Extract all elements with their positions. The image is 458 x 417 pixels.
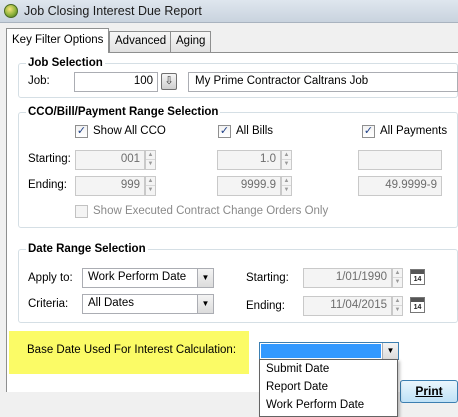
chevron-down-icon[interactable]: ▼ [197, 269, 213, 287]
base-date-value [261, 344, 381, 358]
date-start-input[interactable]: 1/01/1990 [303, 268, 392, 288]
show-executed-cco-label: Show Executed Contract Change Orders Onl… [93, 205, 329, 217]
print-label: Print [415, 384, 443, 398]
option-report-date[interactable]: Report Date [266, 381, 328, 393]
option-work-perform-date[interactable]: Work Perform Date [266, 399, 364, 411]
chevron-down-icon[interactable]: ▼ [382, 343, 398, 359]
bill-start-input[interactable]: 1.0 [217, 150, 281, 170]
bill-start-spinner[interactable]: ▲ ▼ [281, 150, 292, 170]
date-range-title: Date Range Selection [26, 243, 148, 255]
date-end-input[interactable]: 11/04/2015 [303, 296, 392, 316]
job-label: Job: [28, 75, 50, 87]
apply-to-label: Apply to: [28, 272, 73, 284]
all-payments-checkbox[interactable]: ✓ [362, 125, 375, 138]
all-bills-label: All Bills [236, 125, 274, 137]
tab-aging[interactable]: Aging [170, 31, 212, 52]
range-ending-label: Ending: [28, 179, 68, 191]
range-starting-label: Starting: [28, 153, 71, 165]
title-bar: Job Closing Interest Due Report [0, 0, 458, 23]
cco-start-spinner[interactable]: ▲ ▼ [145, 150, 156, 170]
job-name-field: My Prime Contractor Caltrans Job [188, 72, 458, 92]
base-date-dropdown-list: Submit Date Report Date Work Perform Dat… [259, 359, 398, 417]
apply-to-value: Work Perform Date [88, 271, 187, 283]
date-ending-label: Ending: [246, 300, 286, 312]
apply-to-select[interactable]: Work Perform Date ▼ [82, 268, 214, 288]
all-bills-checkbox[interactable]: ✓ [218, 125, 231, 138]
tab-key-filter-options[interactable]: Key Filter Options [6, 28, 110, 53]
cco-end-input[interactable]: 999 [75, 176, 145, 196]
show-all-cco-label: Show All CCO [93, 125, 166, 137]
chevron-down-icon[interactable]: ▼ [197, 295, 213, 313]
calendar-icon[interactable]: 14 [410, 297, 425, 313]
cco-end-spinner[interactable]: ▲ ▼ [145, 176, 156, 196]
bill-end-input[interactable]: 9999.9 [217, 176, 281, 196]
payment-start-input[interactable] [358, 150, 442, 170]
date-start-spinner[interactable]: ▲ ▼ [392, 268, 403, 288]
range-selection-title: CCO/Bill/Payment Range Selection [26, 106, 221, 118]
show-executed-cco-checkbox[interactable] [75, 205, 88, 218]
calendar-icon[interactable]: 14 [410, 269, 425, 285]
criteria-value: All Dates [88, 297, 135, 309]
job-selection-title: Job Selection [26, 57, 105, 69]
payment-end-input[interactable]: 49.9999-9 [358, 176, 442, 196]
date-end-spinner[interactable]: ▲ ▼ [392, 296, 403, 316]
all-payments-label: All Payments [380, 125, 448, 137]
download-arrow-icon[interactable]: ⇩ [161, 73, 177, 90]
app-icon [4, 4, 18, 18]
window-title: Job Closing Interest Due Report [24, 4, 202, 18]
criteria-select[interactable]: All Dates ▼ [82, 294, 214, 314]
option-submit-date[interactable]: Submit Date [266, 363, 329, 375]
show-all-cco-checkbox[interactable]: ✓ [75, 125, 88, 138]
criteria-label: Criteria: [28, 298, 69, 310]
base-date-label: Base Date Used For Interest Calculation: [27, 344, 237, 356]
cco-start-input[interactable]: 001 [75, 150, 145, 170]
date-starting-label: Starting: [246, 272, 289, 284]
print-button[interactable]: Print [400, 380, 458, 403]
base-date-select[interactable]: ▼ [259, 342, 399, 360]
bill-end-spinner[interactable]: ▲ ▼ [281, 176, 292, 196]
job-number-input[interactable]: 100 [74, 72, 158, 92]
tab-advanced[interactable]: Advanced [109, 31, 173, 52]
